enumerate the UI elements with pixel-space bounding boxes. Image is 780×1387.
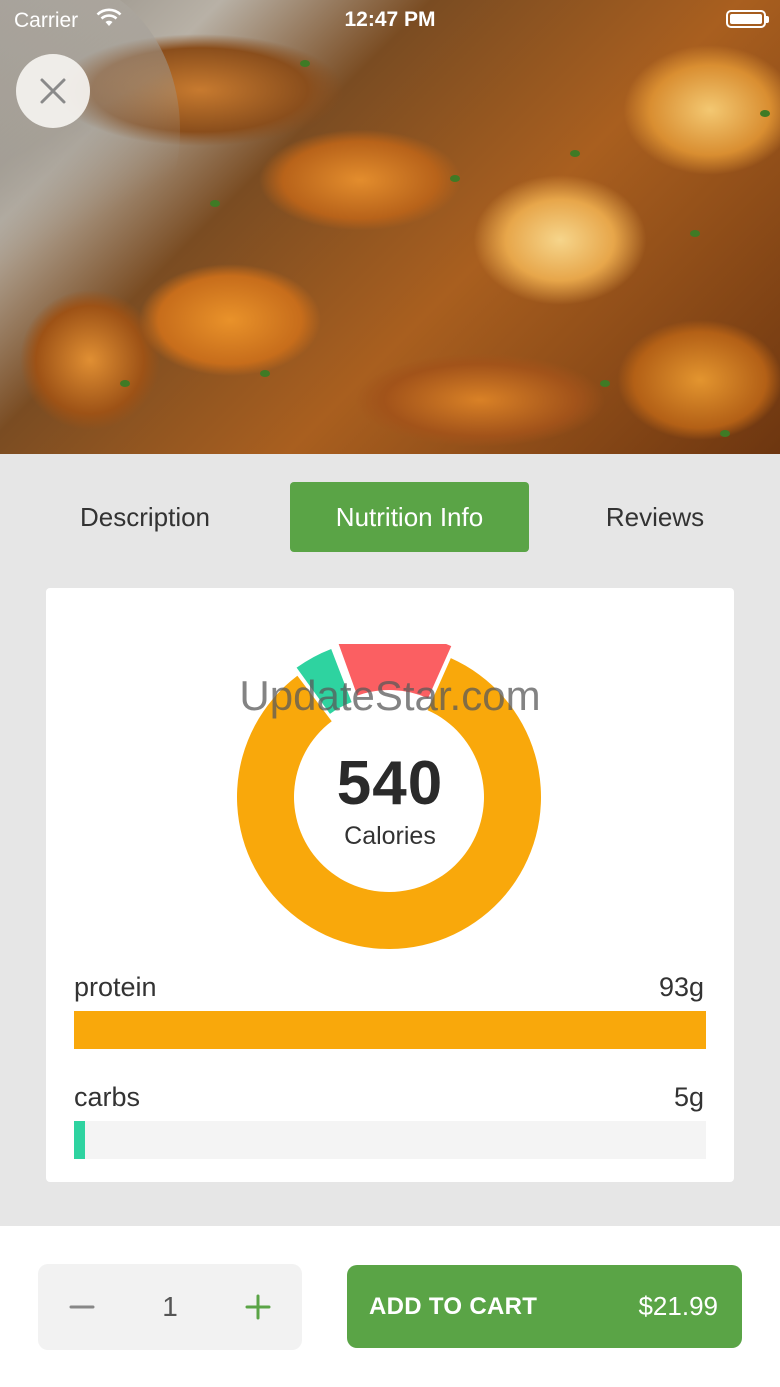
bottom-action-bar: 1 ADD TO CART $21.99 [0,1226,780,1387]
herb-garnish [690,230,700,237]
cart-price: $21.99 [638,1291,718,1321]
battery-icon [726,10,769,28]
watermark-text: UpdateStar.com [239,672,541,719]
carbs-amount: 5g [673,1082,704,1112]
herb-garnish [600,380,610,387]
tab-description[interactable]: Description [40,482,250,552]
tab-reviews[interactable]: Reviews [560,482,750,552]
herb-garnish [450,175,460,182]
protein-amount: 93g [658,972,704,1002]
herb-garnish [260,370,270,377]
herb-garnish [720,430,730,437]
close-button[interactable] [16,54,90,128]
carbs-bar-track [74,1121,706,1159]
plus-icon [245,1294,271,1320]
add-to-cart-button[interactable]: ADD TO CART $21.99 [347,1265,742,1348]
herb-garnish [120,380,130,387]
nutrition-card: UpdateStar.com 540 Calories protein 93g … [46,588,734,1182]
tab-bar: Description Nutrition Info Reviews [0,454,780,574]
carbs-label: carbs [74,1082,141,1112]
clock: 12:47 PM [344,8,436,31]
tab-nutrition-info[interactable]: Nutrition Info [290,482,529,552]
herb-garnish [760,110,770,117]
pan-rim [0,0,180,280]
quantity-stepper: 1 [38,1264,302,1350]
herb-garnish [210,200,220,207]
protein-bar-fill [74,1011,706,1049]
status-bar: Carrier 12:47 PM [0,0,780,40]
carbs-bar-fill [74,1121,85,1159]
close-icon [40,78,66,104]
add-to-cart-label: ADD TO CART [369,1293,538,1320]
herb-garnish [300,60,310,67]
dish-photo [0,0,780,454]
herb-garnish [570,150,580,157]
calories-value: 540 [336,749,444,818]
product-detail-screen: Carrier 12:47 PM Description Nutrition I… [0,0,780,1387]
calories-label: Calories [344,822,436,850]
increase-quantity-button[interactable] [228,1277,288,1337]
protein-label: protein [74,972,157,1002]
protein-bar-track [74,1011,706,1049]
